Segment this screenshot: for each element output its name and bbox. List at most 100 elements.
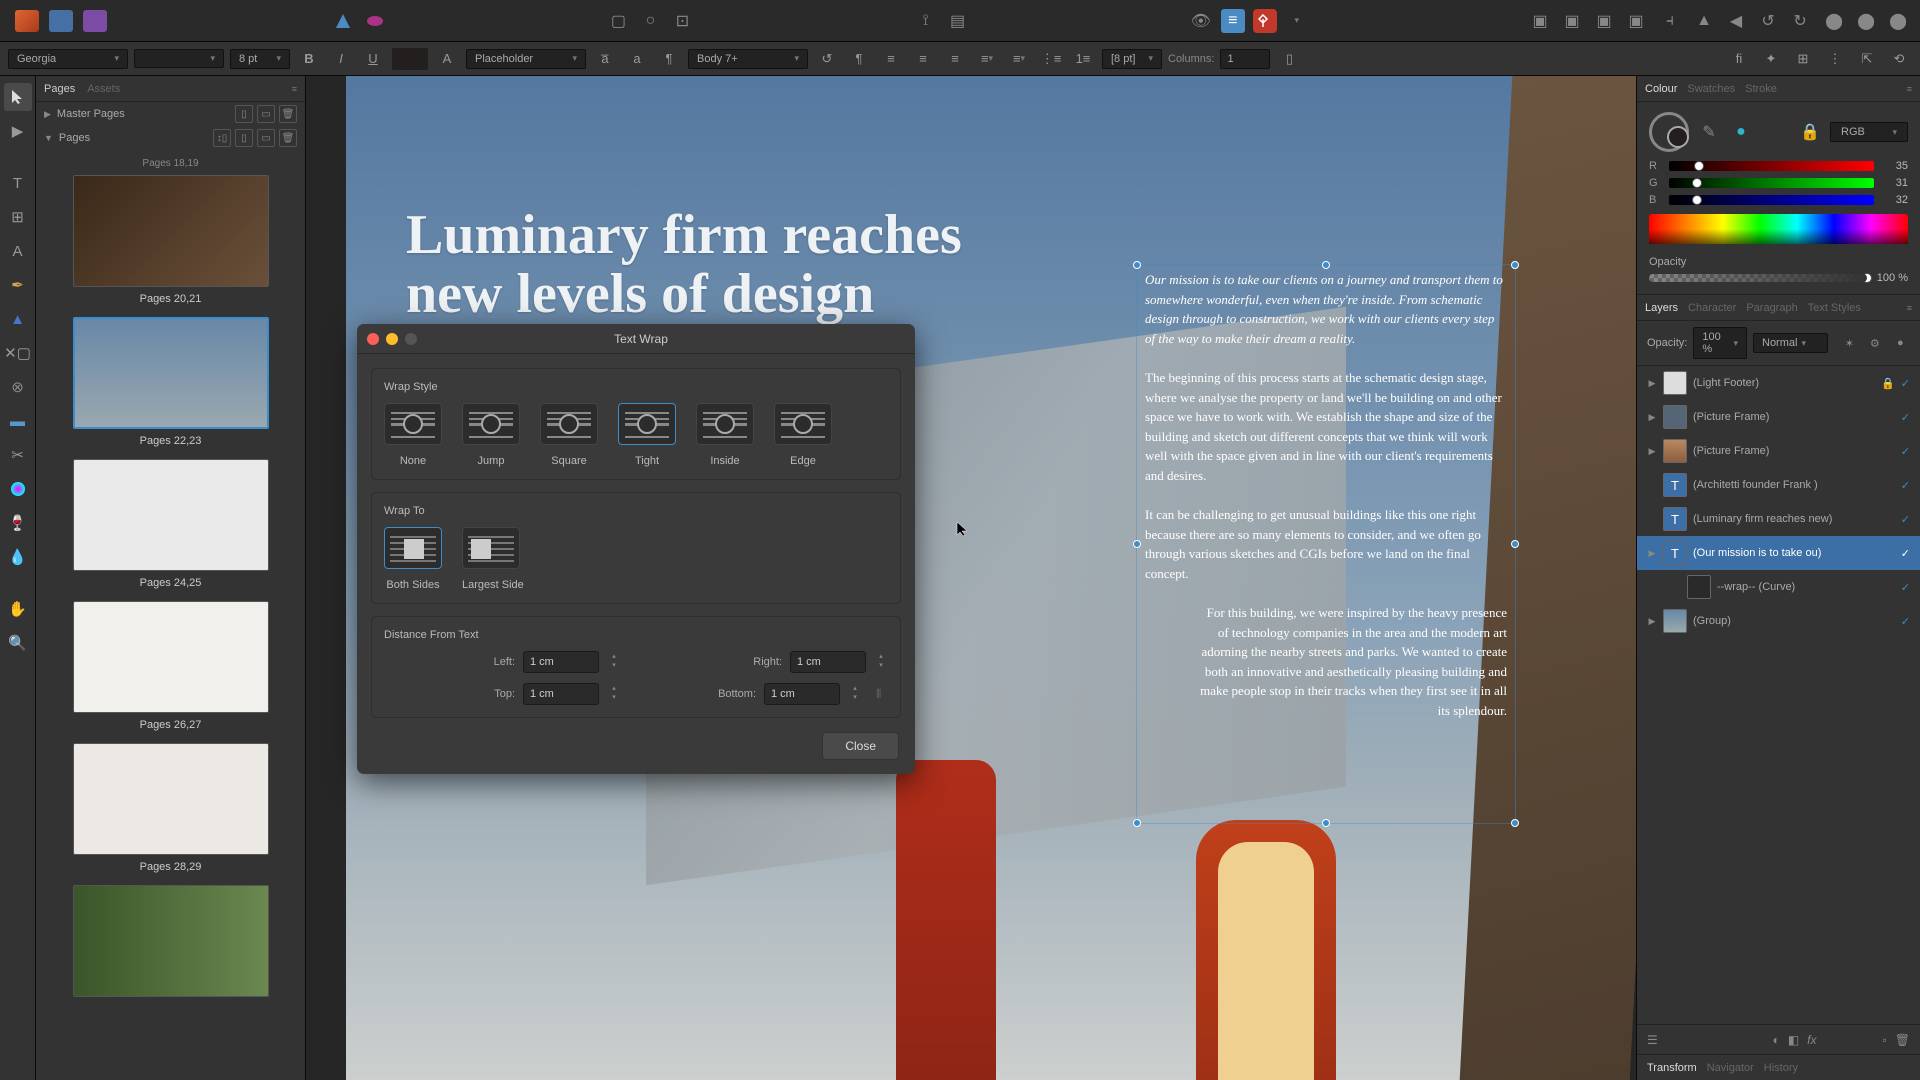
fill-stroke-selector[interactable] <box>1649 112 1689 152</box>
selected-text-frame[interactable]: Our mission is to take our clients on a … <box>1136 264 1516 824</box>
group-icon[interactable]: ⬤ <box>1822 9 1846 33</box>
tab-colour[interactable]: Colour <box>1645 83 1677 95</box>
layer-stack-icon[interactable]: ☰ <box>1647 1033 1658 1047</box>
pin-text-icon[interactable]: ⇱ <box>1854 47 1880 71</box>
tab-character[interactable]: Character <box>1688 302 1736 314</box>
subtract-icon[interactable]: ⬤ <box>1886 9 1910 33</box>
master-add-single-icon[interactable]: ▯ <box>235 105 253 123</box>
tab-paragraph[interactable]: Paragraph <box>1746 302 1797 314</box>
leading-dropdown[interactable]: [8 pt]▾ <box>1102 49 1162 69</box>
layer-light-footer[interactable]: ▶(Light Footer)🔒✓ <box>1637 366 1920 400</box>
layer-architetti-text[interactable]: T(Architetti founder Frank )✓ <box>1637 468 1920 502</box>
visible-check-icon[interactable]: ✓ <box>1901 445 1910 458</box>
pages-add-spread-icon[interactable]: ▭ <box>257 129 275 147</box>
place-image-tool-icon[interactable]: ⊗ <box>4 373 32 401</box>
pages-section-row[interactable]: ▼ Pages ↕▯ ▯ ▭ 🗑 <box>36 126 305 150</box>
wrap-style-square[interactable]: Square <box>540 403 598 467</box>
text-frame-icon[interactable]: ▯ <box>1276 47 1302 71</box>
tab-assets[interactable]: Assets <box>87 83 120 95</box>
zoom-tool-icon[interactable]: 🔍 <box>4 629 32 657</box>
pages-add-single-icon[interactable]: ▯ <box>235 129 253 147</box>
ligatures-icon[interactable]: fi <box>1726 47 1752 71</box>
font-variant-dropdown[interactable]: ▾ <box>134 49 224 68</box>
page-thumb-30-31[interactable] <box>44 885 297 997</box>
blend-mode-dropdown[interactable]: Normal▾ <box>1753 333 1828 353</box>
tab-layers[interactable]: Layers <box>1645 302 1678 314</box>
close-button[interactable]: Close <box>822 732 899 760</box>
persona-designer-icon[interactable] <box>10 6 44 36</box>
tab-stroke[interactable]: Stroke <box>1745 83 1777 95</box>
right-stepper[interactable]: ▴▾ <box>874 653 888 671</box>
visible-check-icon[interactable]: ✓ <box>1901 411 1910 424</box>
view-tool-icon[interactable]: ✋ <box>4 595 32 623</box>
font-family-dropdown[interactable]: Georgia▾ <box>8 49 128 69</box>
frame-text-tool-icon[interactable]: T <box>4 169 32 197</box>
wrap-style-none[interactable]: None <box>384 403 442 467</box>
lock-icon[interactable]: 🔒 <box>1798 120 1822 144</box>
visible-check-icon[interactable]: ✓ <box>1901 377 1910 390</box>
move-back-icon[interactable]: ▣ <box>1624 9 1648 33</box>
wrap-style-jump[interactable]: Jump <box>462 403 520 467</box>
align-justify-text-icon[interactable]: ≡▾ <box>974 47 1000 71</box>
hue-gradient[interactable] <box>1649 214 1908 244</box>
text-wrap-icon[interactable]: ▤ <box>946 9 970 33</box>
top-stepper[interactable]: ▴▾ <box>607 685 621 703</box>
fill-tool-icon[interactable] <box>4 475 32 503</box>
adjustment-icon[interactable]: ◧ <box>1788 1033 1799 1047</box>
add-icon[interactable]: ⬤ <box>1854 9 1878 33</box>
fx-icon[interactable]: fx <box>1807 1033 1816 1047</box>
pages-reflow-icon[interactable]: ↕▯ <box>213 129 231 147</box>
handle-mid-right[interactable] <box>1511 540 1519 548</box>
move-front-icon[interactable]: ▣ <box>1528 9 1552 33</box>
flip-h-icon[interactable]: ▲ <box>1692 9 1716 33</box>
eyedropper-icon[interactable]: ✎ <box>1697 120 1721 144</box>
panel-menu-icon[interactable]: ≡ <box>1907 84 1912 94</box>
character-panel-icon[interactable]: A <box>434 47 460 71</box>
b-slider[interactable] <box>1669 195 1874 205</box>
opacity-slider[interactable] <box>1649 274 1867 282</box>
mask-icon[interactable]: ◐ <box>1773 1033 1780 1047</box>
subscript-icon[interactable]: a <box>624 47 650 71</box>
page-thumb-28-29[interactable]: Pages 28,29 <box>44 743 297 873</box>
move-forward-icon[interactable]: ▣ <box>1560 9 1584 33</box>
page-thumb-24-25[interactable]: Pages 24,25 <box>44 459 297 589</box>
handle-bottom-right[interactable] <box>1511 819 1519 827</box>
handle-bottom-left[interactable] <box>1133 819 1141 827</box>
columns-input[interactable] <box>1220 49 1270 69</box>
page-thumb-22-23[interactable]: Pages 22,23 <box>44 317 297 447</box>
wrap-style-tight[interactable]: Tight <box>618 403 676 467</box>
visible-check-icon[interactable]: ✓ <box>1901 581 1910 594</box>
layer-fx-icon[interactable]: ● <box>1891 331 1910 355</box>
left-input[interactable] <box>523 651 599 673</box>
tab-pages[interactable]: Pages <box>44 83 75 95</box>
layer-wrap-curve[interactable]: --wrap-- (Curve)✓ <box>1637 570 1920 604</box>
delete-layer-icon[interactable]: 🗑 <box>1895 1033 1910 1047</box>
master-pages-row[interactable]: ▶ Master Pages ▯ ▭ 🗑 <box>36 102 305 126</box>
panel-menu-icon[interactable]: ≡ <box>1907 303 1912 313</box>
dialog-titlebar[interactable]: Text Wrap <box>357 324 915 354</box>
hyperlink-icon[interactable]: ⋮ <box>1822 47 1848 71</box>
snapping-dropdown-icon[interactable]: ▾ <box>1285 9 1309 33</box>
move-tool-icon[interactable] <box>4 83 32 111</box>
vector-crop-tool-icon[interactable]: ▬ <box>4 407 32 435</box>
align-right-text-icon[interactable]: ≡ <box>942 47 968 71</box>
page-thumb-20-21[interactable]: Pages 20,21 <box>44 175 297 305</box>
tab-navigator[interactable]: Navigator <box>1707 1062 1754 1074</box>
handle-top-right[interactable] <box>1511 261 1519 269</box>
master-delete-icon[interactable]: 🗑 <box>279 105 297 123</box>
paragraph-style-icon[interactable]: ¶ <box>656 47 682 71</box>
master-add-spread-icon[interactable]: ▭ <box>257 105 275 123</box>
pilcrow-icon[interactable]: ¶ <box>846 47 872 71</box>
circle-icon[interactable]: ○ <box>638 9 662 33</box>
bottom-stepper[interactable]: ▴▾ <box>848 685 862 703</box>
pages-delete-icon[interactable]: 🗑 <box>279 129 297 147</box>
layer-gear-icon[interactable]: ⚙ <box>1865 331 1884 355</box>
align-left-icon[interactable]: ⫞ <box>1658 9 1682 33</box>
bold-button[interactable]: B <box>296 47 322 71</box>
number-list-icon[interactable]: 1≡ <box>1070 47 1096 71</box>
underline-button[interactable]: U <box>360 47 386 71</box>
crop-tool-icon[interactable]: ✂ <box>4 441 32 469</box>
layer-opacity-dropdown[interactable]: 100 %▾ <box>1693 327 1747 359</box>
text-style-dropdown[interactable]: Placeholder▾ <box>466 49 586 69</box>
wrap-to-both[interactable]: Both Sides <box>384 527 442 591</box>
